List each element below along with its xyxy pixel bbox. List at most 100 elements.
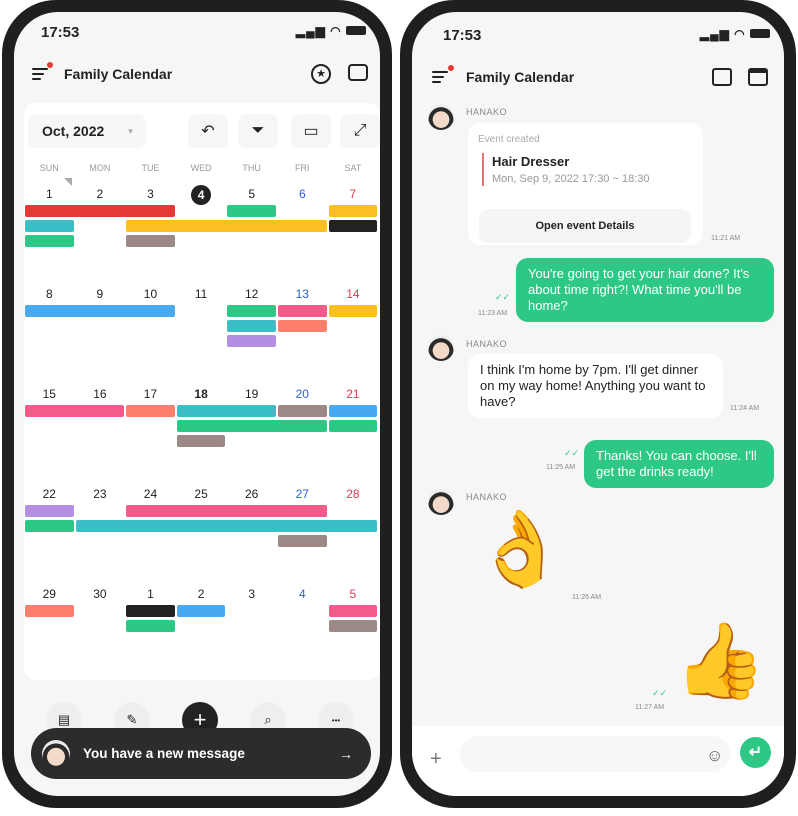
day-cell[interactable]: 4 (277, 585, 328, 603)
weekday-thu: THU (242, 163, 261, 173)
calendar-view-button[interactable]: ▭ (291, 114, 331, 148)
event-label: Event created (478, 134, 540, 145)
day-cell[interactable]: 16 (75, 385, 126, 403)
event-bar[interactable] (328, 420, 378, 432)
day-cell[interactable]: 29 (24, 585, 75, 603)
day-cell[interactable]: 18 (176, 385, 227, 403)
day-cell[interactable]: 9 (75, 285, 126, 303)
day-cell[interactable]: 1 (24, 185, 75, 203)
emoji-icon[interactable]: ☺ (706, 746, 723, 766)
event-bar[interactable] (328, 605, 378, 617)
open-event-details-button[interactable]: Open event Details (479, 209, 691, 243)
event-bar[interactable] (176, 605, 226, 617)
event-bar[interactable] (126, 605, 175, 617)
day-cell[interactable]: 15 (24, 385, 75, 403)
notification-dot (47, 62, 53, 68)
event-bar[interactable] (126, 220, 327, 232)
calendar-icon[interactable] (748, 68, 768, 86)
event-bar[interactable] (126, 235, 175, 247)
event-bar[interactable] (25, 235, 74, 247)
event-bar[interactable] (328, 620, 378, 632)
day-cell[interactable]: 4 (176, 185, 227, 205)
day-cell[interactable]: 8 (24, 285, 75, 303)
event-bar[interactable] (25, 220, 74, 232)
day-cell[interactable]: 2 (75, 185, 126, 203)
event-bar[interactable] (328, 205, 378, 217)
event-bar[interactable] (328, 305, 378, 317)
event-bar[interactable] (25, 605, 74, 617)
event-bar[interactable] (176, 420, 327, 432)
timestamp: 11:26 AM (572, 594, 602, 601)
incoming-message: I think I'm home by 7pm. I'll get dinner… (468, 354, 723, 418)
event-bar[interactable] (126, 620, 175, 632)
month-selector[interactable]: Oct, 2022 ▾ (28, 114, 146, 148)
day-cell[interactable]: 5 (328, 585, 379, 603)
event-bar[interactable] (126, 505, 327, 517)
event-bar[interactable] (328, 405, 378, 417)
event-bar[interactable] (25, 505, 74, 517)
event-bar[interactable] (328, 220, 378, 232)
day-cell[interactable]: 1 (125, 585, 176, 603)
chat-list-icon[interactable] (348, 64, 368, 81)
day-cell[interactable]: 23 (75, 485, 126, 503)
filter-button[interactable]: ⏷ (238, 114, 278, 148)
new-message-toast[interactable]: You have a new message → (31, 728, 371, 779)
event-bar[interactable] (278, 320, 327, 332)
day-cell[interactable]: 30 (75, 585, 126, 603)
day-cell[interactable]: 25 (176, 485, 227, 503)
status-time: 17:53 (41, 24, 80, 41)
expand-button[interactable]: ⤢ (340, 114, 380, 148)
day-number: 3 (147, 187, 154, 201)
day-cell[interactable]: 14 (328, 285, 379, 303)
read-check-icon: ✓✓ (564, 448, 580, 458)
event-bar[interactable] (25, 205, 175, 217)
menu-icon[interactable] (432, 71, 448, 83)
day-number: 28 (346, 487, 360, 501)
day-cell[interactable]: 10 (125, 285, 176, 303)
memo-pen-icon[interactable] (712, 68, 732, 86)
undo-button[interactable]: ↶ (188, 114, 228, 148)
event-bar[interactable] (25, 305, 175, 317)
event-bar[interactable] (227, 305, 276, 317)
event-bar[interactable] (25, 520, 74, 532)
add-icon[interactable]: + (430, 748, 442, 771)
day-cell[interactable]: 24 (125, 485, 176, 503)
avatar (428, 489, 454, 515)
event-bar[interactable] (126, 405, 175, 417)
day-cell[interactable]: 7 (328, 185, 379, 203)
message-input[interactable] (460, 736, 730, 772)
timestamp: 11:21 AM (711, 235, 741, 242)
more-icon: ••• (331, 715, 341, 725)
event-bar[interactable] (176, 405, 276, 417)
event-bar[interactable] (278, 535, 327, 547)
day-cell[interactable]: 26 (226, 485, 277, 503)
event-bar[interactable] (278, 405, 327, 417)
event-bar[interactable] (25, 405, 125, 417)
day-cell[interactable]: 19 (226, 385, 277, 403)
day-cell[interactable]: 13 (277, 285, 328, 303)
day-cell[interactable]: 3 (226, 585, 277, 603)
star-circle-icon[interactable]: ★ (311, 64, 331, 84)
event-bar[interactable] (227, 205, 276, 217)
menu-icon[interactable] (32, 68, 48, 80)
day-cell[interactable]: 6 (277, 185, 328, 203)
event-bar[interactable] (227, 335, 276, 347)
event-bar[interactable] (278, 305, 327, 317)
day-cell[interactable]: 12 (226, 285, 277, 303)
event-bar[interactable] (75, 520, 378, 532)
send-button[interactable]: ↵ (740, 737, 771, 768)
day-cell[interactable]: 21 (328, 385, 379, 403)
day-cell[interactable]: 2 (176, 585, 227, 603)
day-cell[interactable]: 3 (125, 185, 176, 203)
event-bar[interactable] (176, 435, 226, 447)
day-cell[interactable]: 22 (24, 485, 75, 503)
day-cell[interactable]: 17 (125, 385, 176, 403)
day-cell[interactable]: 28 (328, 485, 379, 503)
day-cell[interactable]: 11 (176, 285, 227, 303)
day-cell[interactable]: 5 (226, 185, 277, 203)
day-cell[interactable]: 20 (277, 385, 328, 403)
day-cell[interactable]: 27 (277, 485, 328, 503)
event-bar[interactable] (227, 320, 276, 332)
weekday-wed: WED (190, 163, 212, 173)
event-time: Mon, Sep 9, 2022 17:30 ~ 18:30 (492, 173, 650, 185)
